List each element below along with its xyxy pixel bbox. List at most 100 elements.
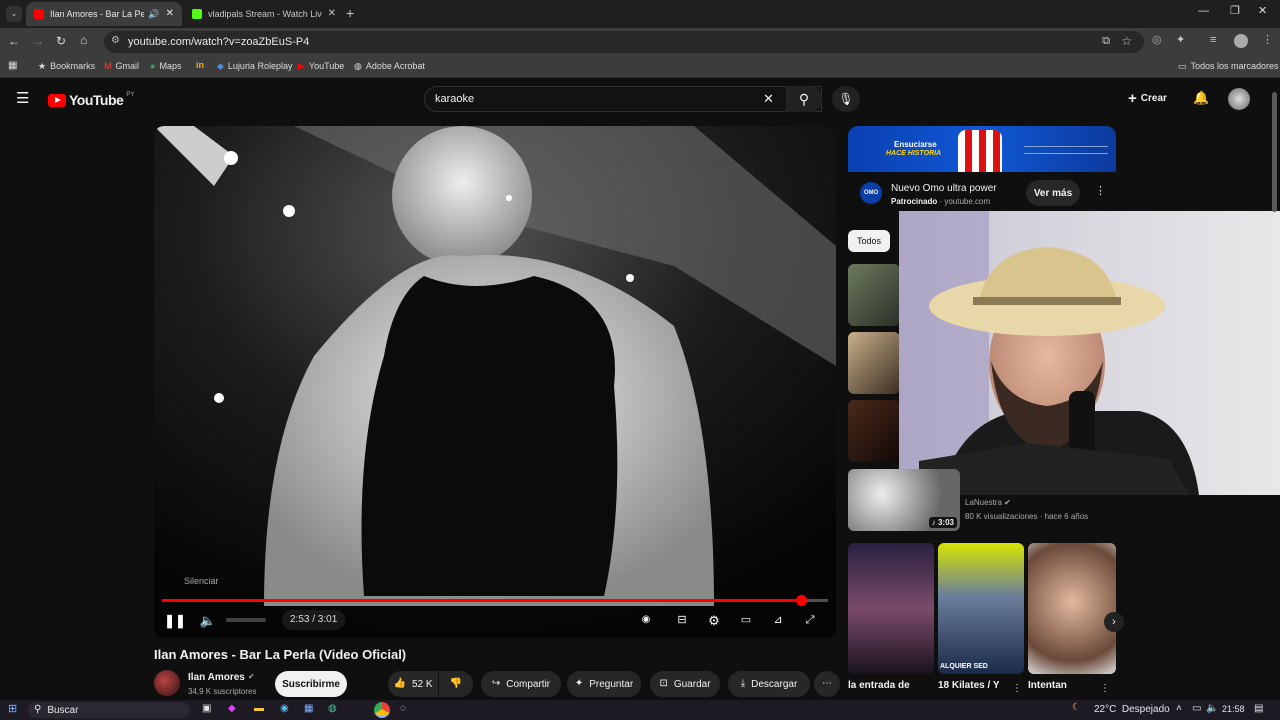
recommended-thumbnail[interactable]: ♪ 3:03 [848,469,960,531]
thumbs-up-icon: 👍 [393,678,406,689]
page-scrollbar[interactable] [1272,92,1277,212]
all-bookmarks[interactable]: ▭ Todos los marcadores [1178,61,1279,71]
fullscreen-button[interactable]: ⤢ [796,610,824,630]
extension-icon[interactable]: ◎ [1152,35,1162,46]
extensions-puzzle-icon[interactable]: ✦ [1176,35,1185,46]
more-actions-button[interactable]: ⋯ [814,671,840,697]
short-more-icon[interactable]: ⋮ [1012,684,1022,694]
recommended-thumbnail[interactable] [848,400,900,462]
audio-playing-icon[interactable]: 🔊 [148,9,159,19]
tab-youtube[interactable]: Ilan Amores - Bar La Perla (V 🔊 ✕ [26,2,182,26]
bookmark-item[interactable]: in [196,61,204,70]
reload-icon[interactable]: ↻ [56,35,66,47]
app-icon[interactable]: ◆ [228,704,236,714]
forward-icon[interactable]: → [32,35,44,47]
search-input[interactable]: karaoke ✕ [424,86,822,112]
settings-button[interactable]: ⚙ [700,610,728,630]
edge-icon[interactable]: ◍ [328,704,337,714]
account-avatar[interactable] [1228,88,1250,110]
ad-banner[interactable]: Ensuciarse HACE HISTORIA [848,126,1116,172]
store-icon[interactable]: ▦ [304,704,313,714]
youtube-icon: ▶ [298,60,305,71]
like-button[interactable]: 👍 52 K [388,671,438,697]
share-button[interactable]: ↪ Compartir [481,671,561,697]
bookmark-item[interactable]: ◍ Adobe Acrobat [354,61,425,71]
close-tab-icon[interactable]: ✕ [166,9,174,19]
obs-icon[interactable]: ◌ [400,704,406,714]
omo-logo: OMO [860,182,882,204]
browser-menu-icon[interactable]: ⋮ [1262,35,1273,46]
close-window-icon[interactable]: ✕ [1258,6,1267,17]
file-explorer-icon[interactable]: ▬ [254,704,264,714]
shorts-next-button[interactable]: › [1104,612,1124,632]
recommended-thumbnail[interactable] [848,264,900,326]
clear-search-icon[interactable]: ✕ [763,92,774,105]
subscribe-button[interactable]: Suscribirme [275,671,347,697]
tab-kick[interactable]: vladipals Stream - Watch Live o ✕ [184,2,344,26]
bookmark-item[interactable]: ● Maps [150,61,181,71]
voice-search-button[interactable]: 🎙 [832,86,860,112]
address-bar[interactable]: ⚙ youtube.com/watch?v=zoaZbEuS-P4 ⧉ ☆ [104,31,1144,53]
filter-chip-all[interactable]: Todos [848,230,890,252]
youtube-logo[interactable]: YouTube PY [48,92,134,108]
share-icon: ↪ [491,678,501,689]
channel-name[interactable]: Ilan Amores [188,672,245,683]
hamburger-menu-icon[interactable]: ☰ [16,91,29,106]
bookmark-item[interactable]: M Gmail [104,61,139,71]
dislike-button[interactable]: 👎 [439,671,473,697]
pause-button[interactable]: ❚❚ [161,610,189,630]
channel-avatar[interactable] [154,670,180,696]
taskbar-search[interactable]: ⚲ Buscar [28,702,190,718]
theater-mode-button[interactable]: ▭ [732,610,760,630]
mute-button[interactable]: 🔈 [194,610,222,630]
apps-grid-icon[interactable]: ▦ [8,61,17,71]
home-icon[interactable]: ⌂ [80,34,87,46]
download-button[interactable]: ⤓ Descargar [728,671,810,697]
short-thumbnail[interactable] [848,543,934,674]
ad-cta-button[interactable]: Ver más [1026,180,1080,206]
task-view-icon[interactable]: ▣ [202,704,211,714]
music-icon: ♪ [931,518,936,527]
restore-icon[interactable]: ❐ [1230,6,1240,17]
sponsored-ad[interactable]: Ensuciarse HACE HISTORIA OMO Nuevo Omo u… [848,126,1116,216]
video-player[interactable]: Silenciar ❚❚ 🔈 2:53 / 3:01 ◉ ⊟ ⚙ ▭ ⊿ ⤢ [154,126,836,638]
notifications-bell-icon[interactable]: 🔔 [1193,91,1209,104]
back-icon[interactable]: ← [8,35,20,47]
short-thumbnail[interactable] [1028,543,1116,674]
notification-icon[interactable]: ▤ [1254,704,1263,714]
weather-text[interactable]: 22°C Despejado [1094,704,1170,715]
short-more-icon[interactable]: ⋮ [1100,684,1110,694]
profile-avatar[interactable] [1234,34,1248,48]
new-tab-icon[interactable]: + [346,6,354,20]
save-button[interactable]: ⊡ Guardar [650,671,720,697]
close-tab-icon[interactable]: ✕ [328,9,336,19]
create-button[interactable]: + Crear [1128,91,1167,106]
bookmark-star-icon[interactable]: ☆ [1121,35,1132,47]
ad-more-icon[interactable]: ⋮ [1095,186,1106,197]
ask-button[interactable]: ✦ Preguntar [567,671,641,697]
plus-icon: + [1128,90,1137,107]
bookmark-item[interactable]: ▶ YouTube [298,61,344,71]
tab-list-icon[interactable]: ⌄ [6,6,22,22]
short-thumbnail[interactable]: ALQUIER SED [938,543,1024,674]
volume-slider[interactable] [226,618,266,622]
bookmark-item[interactable]: ◆ Lujuria Roleplay [217,61,292,71]
site-info-icon[interactable]: ⚙ [111,36,120,46]
network-icon[interactable]: ▭ [1192,704,1201,714]
install-app-icon[interactable]: ⧉ [1102,36,1110,47]
app-icon[interactable]: ◉ [280,704,289,714]
subtitles-button[interactable]: ⊟ [668,610,696,630]
cast-button[interactable]: ⊿ [764,610,792,630]
bookmark-item[interactable]: ★ Bookmarks [38,61,95,71]
recommended-channel[interactable]: LaNuestra ✔ [965,498,1011,507]
chrome-icon[interactable] [374,702,390,718]
search-button[interactable]: ⚲ [786,86,822,112]
clock[interactable]: 21:58 [1222,704,1245,714]
windows-start-icon[interactable]: ⊞ [8,704,17,715]
autoplay-toggle[interactable]: ◉ [632,610,660,630]
minimize-icon[interactable]: — [1198,6,1209,17]
volume-icon[interactable]: 🔈 [1206,704,1218,714]
recommended-thumbnail[interactable] [848,332,900,394]
tray-chevron-icon[interactable]: ˄ [1176,704,1182,714]
reading-list-icon[interactable]: ≡ [1210,35,1216,46]
